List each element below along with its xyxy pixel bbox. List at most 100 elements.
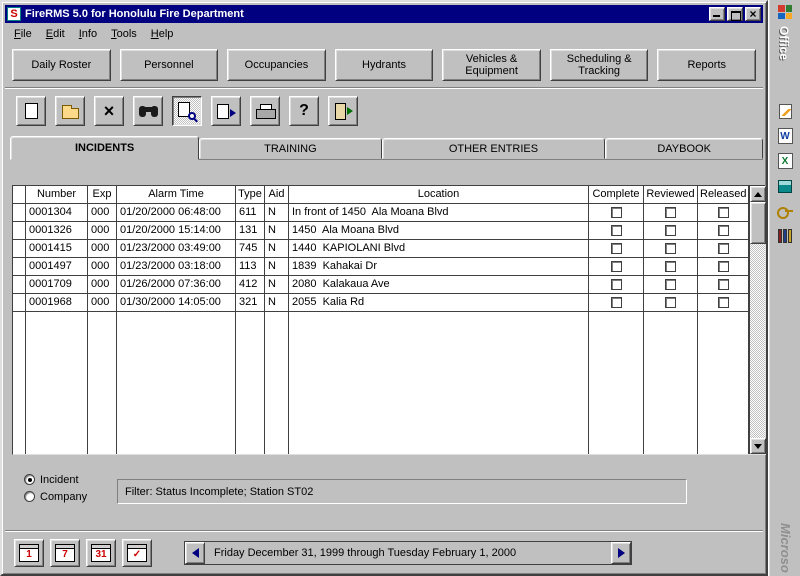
complete-checkbox[interactable]	[611, 261, 622, 272]
reviewed-checkbox[interactable]	[665, 297, 676, 308]
tab-incidents[interactable]: INCIDENTS	[10, 136, 199, 160]
empty-cell	[236, 312, 265, 454]
daily-roster-button[interactable]: Daily Roster	[12, 49, 111, 81]
reviewed-checkbox[interactable]	[665, 243, 676, 254]
released-checkbox[interactable]	[718, 261, 729, 272]
incident-row[interactable]: 000130400001/20/2000 06:48:00611NIn fron…	[13, 204, 749, 222]
cell-gutter	[13, 204, 26, 221]
minimize-button[interactable]	[709, 7, 725, 21]
complete-checkbox[interactable]	[611, 279, 622, 290]
maximize-button[interactable]	[727, 7, 743, 21]
cell-exp: 000	[88, 258, 117, 275]
transfer-button[interactable]	[211, 96, 241, 126]
reviewed-checkbox[interactable]	[665, 207, 676, 218]
complete-checkbox[interactable]	[611, 207, 622, 218]
cell-reviewed	[644, 222, 698, 239]
released-checkbox[interactable]	[718, 297, 729, 308]
menu-bar: File Edit Info Tools Help	[5, 24, 763, 43]
app-logo-icon[interactable]: S	[7, 7, 21, 21]
scroll-down-button[interactable]	[750, 438, 766, 454]
preview-button[interactable]	[172, 96, 202, 126]
cell-alarm-time: 01/20/2000 06:48:00	[117, 204, 236, 221]
excel-button[interactable]: X	[773, 150, 797, 172]
released-checkbox[interactable]	[718, 279, 729, 290]
filter-status-panel: Filter: Status Incomplete; Station ST02	[117, 479, 687, 504]
scrollbar-thumb[interactable]	[750, 202, 766, 244]
week-view-button[interactable]: 7	[50, 539, 80, 567]
cell-aid: N	[265, 204, 289, 221]
reports-button[interactable]: Reports	[657, 49, 756, 81]
cell-alarm-time: 01/23/2000 03:49:00	[117, 240, 236, 257]
occupancies-button[interactable]: Occupancies	[227, 49, 326, 81]
bookshelf-button[interactable]	[773, 225, 797, 247]
personnel-button[interactable]: Personnel	[120, 49, 219, 81]
tab-daybook[interactable]: DAYBOOK	[605, 138, 763, 159]
day-view-button[interactable]: 1	[14, 539, 44, 567]
outlook-button[interactable]	[773, 175, 797, 197]
cell-gutter	[13, 240, 26, 257]
column-header-aid: Aid	[265, 186, 289, 203]
incident-radio-label: Incident	[40, 474, 79, 486]
complete-checkbox[interactable]	[611, 297, 622, 308]
incident-radio-row[interactable]: Incident	[24, 471, 87, 488]
incident-row[interactable]: 000132600001/20/2000 15:14:00131N1450 Al…	[13, 222, 749, 240]
company-radio[interactable]	[24, 491, 35, 502]
column-header-gutter	[13, 186, 26, 203]
incident-row[interactable]: 000141500001/23/2000 03:49:00745N1440 KA…	[13, 240, 749, 258]
excel-icon: X	[778, 153, 793, 169]
menu-info[interactable]: Info	[72, 26, 104, 42]
tab-training[interactable]: TRAINING	[199, 138, 381, 159]
released-checkbox[interactable]	[718, 243, 729, 254]
company-radio-row[interactable]: Company	[24, 488, 87, 505]
previous-period-button[interactable]	[185, 542, 205, 564]
tab-other-entries[interactable]: OTHER ENTRIES	[382, 138, 606, 159]
incident-row[interactable]: 000196800001/30/2000 14:05:00321N2055 Ka…	[13, 294, 749, 312]
exit-button[interactable]	[328, 96, 358, 126]
cell-released	[698, 276, 749, 293]
new-office-document-button[interactable]	[773, 100, 797, 122]
incident-row[interactable]: 000170900001/26/2000 07:36:00412N2080 Ka…	[13, 276, 749, 294]
cell-gutter	[13, 294, 26, 311]
delete-button[interactable]	[94, 96, 124, 126]
menu-tools[interactable]: Tools	[104, 26, 144, 42]
print-button[interactable]	[250, 96, 280, 126]
reviewed-checkbox[interactable]	[665, 225, 676, 236]
column-header-released: Released	[698, 186, 749, 203]
custom-range-button[interactable]: ✓	[122, 539, 152, 567]
month-view-button[interactable]: 31	[86, 539, 116, 567]
calendar-check-icon: ✓	[127, 544, 147, 562]
reviewed-checkbox[interactable]	[665, 261, 676, 272]
menu-help[interactable]: Help	[144, 26, 181, 42]
vehicles-equipment-button[interactable]: Vehicles & Equipment	[442, 49, 541, 81]
menu-file[interactable]: File	[7, 26, 39, 42]
complete-checkbox[interactable]	[611, 225, 622, 236]
date-toolbar: 1 7 31 ✓ Friday December 31, 1999 throug…	[5, 533, 763, 573]
reviewed-checkbox[interactable]	[665, 279, 676, 290]
office-logo-icon[interactable]	[778, 5, 792, 19]
empty-cell	[589, 312, 644, 454]
vertical-scrollbar[interactable]	[749, 186, 765, 454]
released-checkbox[interactable]	[718, 207, 729, 218]
preview-icon	[178, 102, 196, 120]
released-checkbox[interactable]	[718, 225, 729, 236]
help-button[interactable]	[289, 96, 319, 126]
word-button[interactable]: W	[773, 125, 797, 147]
find-button[interactable]	[133, 96, 163, 126]
menu-edit[interactable]: Edit	[39, 26, 72, 42]
scroll-up-button[interactable]	[750, 186, 766, 202]
incident-row[interactable]: 000149700001/23/2000 03:18:00113N1839 Ka…	[13, 258, 749, 276]
scheduling-tracking-button[interactable]: Scheduling & Tracking	[550, 49, 649, 81]
complete-checkbox[interactable]	[611, 243, 622, 254]
new-document-button[interactable]	[16, 96, 46, 126]
cell-complete	[589, 276, 644, 293]
column-header-type: Type	[236, 186, 265, 203]
cell-reviewed	[644, 276, 698, 293]
next-period-button[interactable]	[611, 542, 631, 564]
hydrants-button[interactable]: Hydrants	[335, 49, 434, 81]
access-button[interactable]	[773, 200, 797, 222]
open-button[interactable]	[55, 96, 85, 126]
cell-exp: 000	[88, 276, 117, 293]
cell-exp: 000	[88, 294, 117, 311]
close-button[interactable]	[745, 7, 761, 21]
incident-radio[interactable]	[24, 474, 35, 485]
